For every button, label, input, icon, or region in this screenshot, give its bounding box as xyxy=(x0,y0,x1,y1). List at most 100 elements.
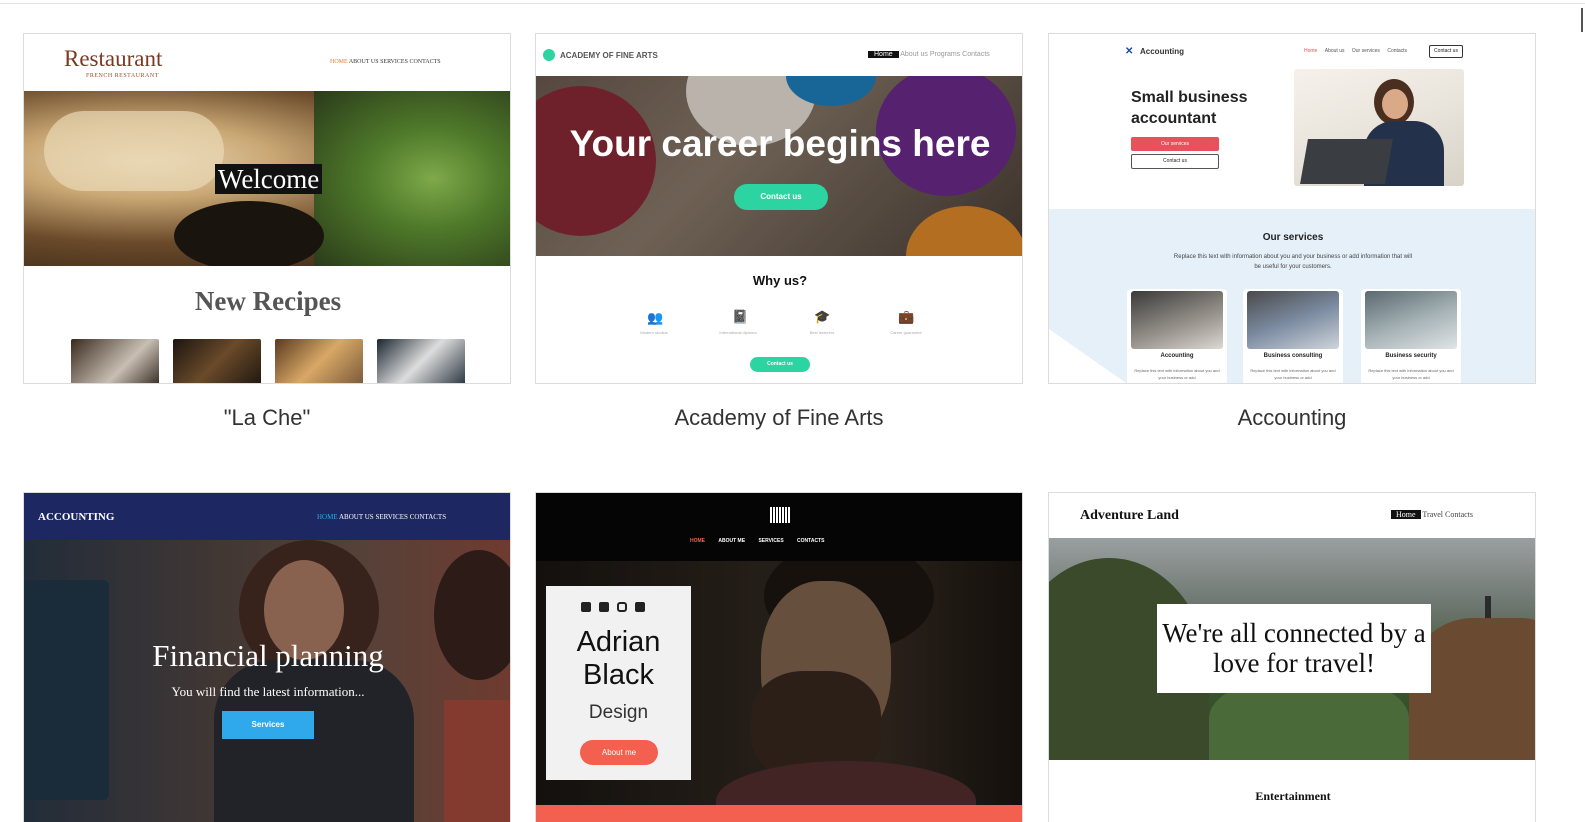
recipe-thumbnail xyxy=(173,339,261,383)
nav-item-home[interactable]: HOME xyxy=(317,513,338,521)
nav-item-about[interactable]: ABOUT US xyxy=(349,59,379,65)
hero-headline: Your career begins here xyxy=(569,123,991,164)
nav-item-contacts[interactable]: Contacts xyxy=(1445,510,1473,519)
recipe-thumbnail xyxy=(377,339,465,383)
template-card-accounting[interactable]: ✕ Accounting Home About us Our services … xyxy=(1048,33,1536,384)
accounting-logo-icon: ✕ xyxy=(1125,46,1134,57)
hero-contact-button[interactable]: Contact us xyxy=(1131,154,1219,169)
card-caption-la-che[interactable]: "La Che" xyxy=(23,405,511,431)
site-logo-subtitle: FRENCH RESTAURANT xyxy=(86,73,159,79)
person-role: Design xyxy=(588,702,649,723)
site-logo: Restaurant xyxy=(64,46,163,71)
instagram-icon[interactable] xyxy=(617,602,627,612)
site-nav: HOME ABOUT US SERVICES CONTACTS xyxy=(317,513,446,521)
feature-label: Career guarantee xyxy=(890,330,922,335)
hero-contact-button[interactable]: Contact us xyxy=(734,184,828,210)
template-card-adventure-land[interactable]: Adventure Land Home Travel Contacts We'r… xyxy=(1048,492,1536,822)
graduation-cap-icon: 🎓 xyxy=(814,309,831,324)
cta-contact-button[interactable]: Contact us xyxy=(750,357,810,372)
hero-paint-image: Your career begins here Contact us xyxy=(536,76,1022,256)
nav-item-services[interactable]: SERVICES xyxy=(375,513,408,521)
hero-welcome-text: Welcome xyxy=(215,164,323,194)
briefcase-icon: 💼 xyxy=(898,309,915,324)
academy-logo-icon xyxy=(543,49,555,61)
our-services-button[interactable]: Our services xyxy=(1131,137,1219,151)
nav-item-contacts[interactable]: CONTACTS xyxy=(409,59,440,65)
hero-title: Small business accountant xyxy=(1131,89,1248,127)
service-card[interactable]: Accounting Replace this text with inform… xyxy=(1127,289,1227,383)
template-card-financial-planning[interactable]: ACCOUNTING HOME ABOUT US SERVICES CONTAC… xyxy=(23,492,511,822)
hero-woman-photo xyxy=(1294,69,1464,186)
feature-label: Best lecturers xyxy=(809,330,835,335)
diploma-icon: 📓 xyxy=(732,309,749,324)
nav-item-services[interactable]: Our services xyxy=(1352,48,1380,54)
person-last-name: Black xyxy=(583,659,654,691)
profile-card: Adrian Black Design About me xyxy=(546,586,691,780)
nav-item-home[interactable]: HOME xyxy=(330,59,348,65)
nav-item-home[interactable]: Home xyxy=(1304,48,1317,54)
service-text: Replace this text with information about… xyxy=(1368,368,1454,380)
nav-item-services[interactable]: SERVICES xyxy=(380,59,408,65)
services-description: Replace this text with information about… xyxy=(1173,254,1413,270)
studio-icon: 👥 xyxy=(647,310,664,325)
template-card-la-che[interactable]: Restaurant FRENCH RESTAURANT HOME ABOUT … xyxy=(23,33,511,384)
nav-item-about[interactable]: About us xyxy=(1325,48,1345,54)
site-logo: ACCOUNTING xyxy=(38,511,115,523)
template-card-adrian-black[interactable]: HOME ABOUT ME SERVICES CONTACTS Adrian B… xyxy=(535,492,1023,822)
nav-item-contacts[interactable]: CONTACTS xyxy=(410,513,446,521)
nav-item-about[interactable]: ABOUT US xyxy=(339,513,374,521)
site-nav: Home About us Programs Contacts xyxy=(868,47,990,62)
nav-item-programs[interactable]: Programs xyxy=(930,51,960,58)
top-divider xyxy=(0,3,1585,4)
service-text: Replace this text with information about… xyxy=(1250,368,1336,380)
hero-subtitle: You will find the latest information... xyxy=(171,684,365,699)
hero-mountain-photo: We're all connected by a love for travel… xyxy=(1049,538,1535,760)
site-header: ACCOUNTING HOME ABOUT US SERVICES CONTAC… xyxy=(24,493,510,540)
site-nav: HOME ABOUT US SERVICES CONTACTS xyxy=(330,59,441,65)
service-name: Accounting xyxy=(1160,353,1194,359)
nav-item-contacts[interactable]: Contacts xyxy=(1387,48,1407,54)
nav-item-about[interactable]: About us xyxy=(900,51,928,58)
service-image xyxy=(1131,291,1223,349)
site-nav: Home About us Our services Contacts xyxy=(1304,48,1407,54)
service-image xyxy=(1365,291,1457,349)
site-logo: ACADEMY OF FINE ARTS xyxy=(560,51,658,60)
services-button[interactable]: Services xyxy=(222,711,314,739)
facebook-icon[interactable] xyxy=(581,602,591,612)
service-card[interactable]: Business consulting Replace this text wi… xyxy=(1243,289,1343,383)
nav-item-home[interactable]: HOME xyxy=(690,538,705,544)
site-logo: Accounting xyxy=(1140,47,1184,56)
hero-food-image: Welcome xyxy=(24,91,510,266)
nav-item-travel[interactable]: Travel xyxy=(1422,510,1443,519)
nav-contact-button[interactable]: Contact us xyxy=(1429,45,1463,58)
site-header: HOME ABOUT ME SERVICES CONTACTS xyxy=(536,493,1022,561)
feature-label: International diploma xyxy=(719,330,757,335)
hero-headline: We're all connected by a love for travel… xyxy=(1162,618,1426,678)
site-nav: Home Travel Contacts xyxy=(1391,508,1473,522)
nav-item-services[interactable]: SERVICES xyxy=(758,538,783,544)
card-caption-academy[interactable]: Academy of Fine Arts xyxy=(535,405,1023,431)
linkedin-icon[interactable] xyxy=(635,602,645,612)
hero-title: Financial planning xyxy=(152,638,384,673)
card-caption-accounting[interactable]: Accounting xyxy=(1048,405,1536,431)
services-title: Our services xyxy=(1262,232,1324,243)
nav-item-home[interactable]: Home xyxy=(1391,510,1421,519)
site-logo: Adventure Land xyxy=(1080,508,1179,523)
nav-item-about[interactable]: ABOUT ME xyxy=(718,538,745,544)
service-name: Business consulting xyxy=(1263,353,1323,359)
about-me-button[interactable]: About me xyxy=(580,740,658,765)
twitter-icon[interactable] xyxy=(599,602,609,612)
person-first-name: Adrian xyxy=(576,626,661,658)
recipe-thumbnail xyxy=(275,339,363,383)
service-name: Business security xyxy=(1385,353,1437,359)
template-card-academy[interactable]: ACADEMY OF FINE ARTS Home About us Progr… xyxy=(535,33,1023,384)
hero-meeting-photo: Financial planning You will find the lat… xyxy=(24,540,510,822)
scrollbar-indicator[interactable] xyxy=(1581,8,1583,32)
nav-item-home[interactable]: Home xyxy=(868,51,899,58)
section-title: Why us? xyxy=(752,273,808,288)
service-card[interactable]: Business security Replace this text with… xyxy=(1361,289,1461,383)
nav-item-contacts[interactable]: Contacts xyxy=(962,51,990,58)
footer-accent-bar xyxy=(536,805,1022,822)
nav-item-contacts[interactable]: CONTACTS xyxy=(797,538,824,544)
barcode-logo-icon xyxy=(770,507,790,523)
